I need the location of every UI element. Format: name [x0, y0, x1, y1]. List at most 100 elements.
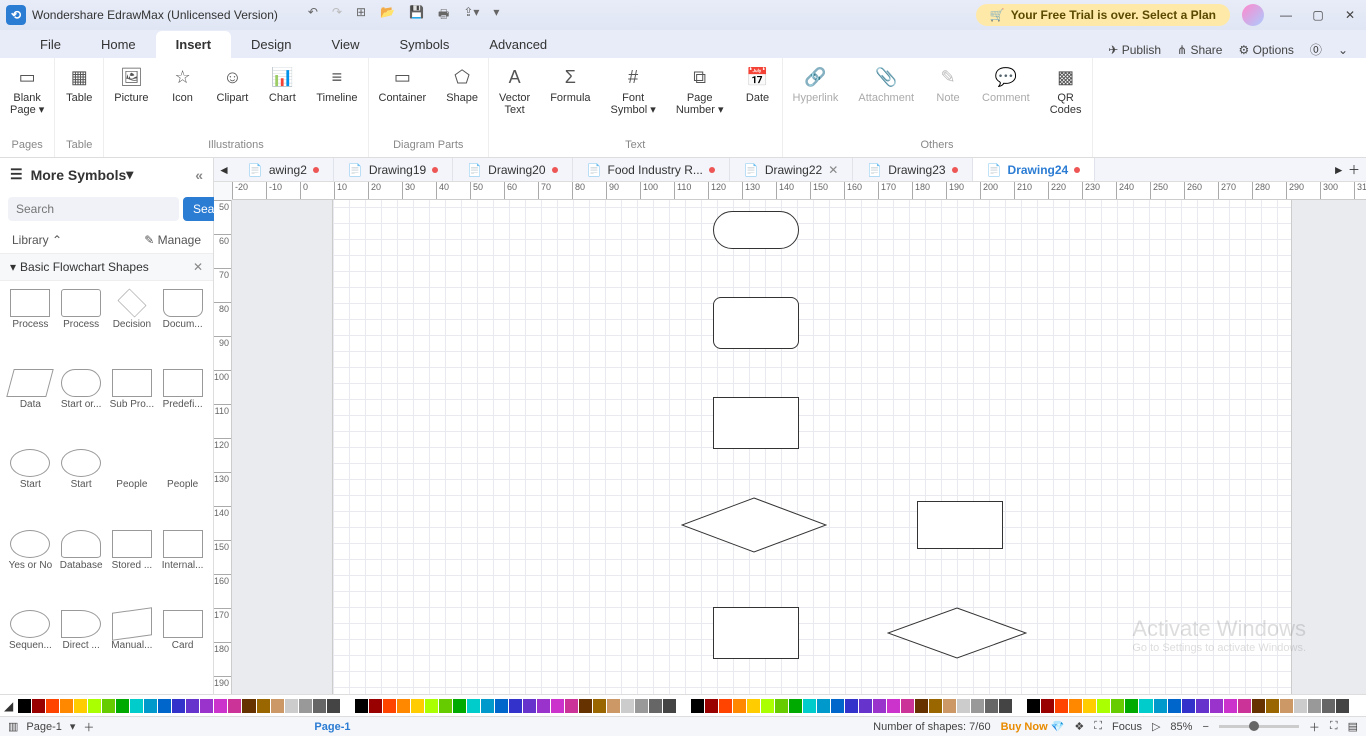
color-swatch[interactable] — [228, 699, 241, 713]
layers-icon[interactable]: ❖ — [1074, 720, 1084, 733]
more-symbols-title[interactable]: More Symbols — [31, 167, 127, 183]
color-swatch[interactable] — [789, 699, 802, 713]
collapse-panel-icon[interactable]: « — [195, 167, 203, 183]
options-link[interactable]: ⚙ Options — [1238, 43, 1293, 57]
page-tab[interactable]: Page-1 — [26, 721, 61, 733]
shape-item[interactable]: Internal... — [158, 530, 207, 606]
color-swatch[interactable] — [46, 699, 59, 713]
color-swatch[interactable] — [285, 699, 298, 713]
ribbon-font-symbol-[interactable]: #FontSymbol ▾ — [601, 62, 666, 139]
active-page-label[interactable]: Page-1 — [314, 721, 350, 733]
ribbon-chart[interactable]: 📊Chart — [258, 62, 306, 139]
color-swatch[interactable] — [327, 699, 340, 713]
shape-rect-1[interactable] — [713, 397, 799, 449]
zoom-slider[interactable] — [1219, 725, 1299, 728]
shape-item[interactable]: Predefi... — [158, 369, 207, 445]
shape-item[interactable]: Database — [57, 530, 106, 606]
color-swatch[interactable] — [481, 699, 494, 713]
save-icon[interactable]: 💾 — [409, 5, 424, 26]
ribbon-page-number-[interactable]: ⧉PageNumber ▾ — [666, 62, 734, 139]
color-swatch[interactable] — [929, 699, 942, 713]
color-swatch[interactable] — [60, 699, 73, 713]
doc-tab[interactable]: 📄Drawing20 — [453, 158, 572, 181]
color-swatch[interactable] — [397, 699, 410, 713]
menu-tab-symbols[interactable]: Symbols — [379, 31, 469, 58]
ribbon-timeline[interactable]: ≡Timeline — [306, 62, 367, 139]
color-swatch[interactable] — [509, 699, 522, 713]
chevron-down-icon[interactable]: ▾ — [10, 260, 16, 274]
color-swatch[interactable] — [74, 699, 87, 713]
color-swatch[interactable] — [88, 699, 101, 713]
tab-scroll-left-icon[interactable]: ◄ — [214, 163, 234, 177]
color-swatch[interactable] — [1139, 699, 1152, 713]
color-swatch[interactable] — [257, 699, 270, 713]
color-swatch[interactable] — [1322, 699, 1335, 713]
color-swatch[interactable] — [663, 699, 676, 713]
color-swatch[interactable] — [144, 699, 157, 713]
color-swatch[interactable] — [1210, 699, 1223, 713]
color-swatch[interactable] — [116, 699, 129, 713]
shape-item[interactable]: Card — [158, 610, 207, 686]
doc-tab[interactable]: 📄Drawing19 — [334, 158, 453, 181]
color-swatch[interactable] — [1294, 699, 1307, 713]
shape-decision-2[interactable] — [887, 607, 1027, 659]
color-swatch[interactable] — [18, 699, 31, 713]
add-page-icon[interactable]: ＋ — [83, 719, 94, 735]
trial-banner[interactable]: 🛒 Your Free Trial is over. Select a Plan — [976, 4, 1230, 26]
color-swatch[interactable] — [369, 699, 382, 713]
shape-item[interactable]: Start or... — [57, 369, 106, 445]
color-swatch[interactable] — [495, 699, 508, 713]
collapse-ribbon-icon[interactable]: ⌄ — [1338, 43, 1348, 57]
open-icon[interactable]: 📂 — [380, 5, 395, 26]
color-swatch[interactable] — [1168, 699, 1181, 713]
notification-icon[interactable]: ⓪ — [1310, 41, 1322, 58]
color-swatch[interactable] — [439, 699, 452, 713]
page-layout-icon[interactable]: ▥ — [8, 720, 18, 733]
menu-tab-view[interactable]: View — [312, 31, 380, 58]
undo-icon[interactable]: ↶ — [308, 5, 318, 26]
ribbon-date[interactable]: 📅Date — [734, 62, 782, 139]
shape-item[interactable]: Data — [6, 369, 55, 445]
shape-item[interactable]: Direct ... — [57, 610, 106, 686]
color-swatch[interactable] — [621, 699, 634, 713]
color-swatch[interactable] — [705, 699, 718, 713]
color-swatch[interactable] — [1266, 699, 1279, 713]
color-swatch[interactable] — [873, 699, 886, 713]
more-icon[interactable]: ▾ — [493, 5, 499, 26]
color-swatch[interactable] — [1097, 699, 1110, 713]
color-swatch[interactable] — [313, 699, 326, 713]
shape-rounded-rect[interactable] — [713, 297, 799, 349]
export-icon[interactable]: ⇪▾ — [463, 5, 479, 26]
manage-link[interactable]: ✎ Manage — [144, 233, 201, 247]
shape-item[interactable]: Start — [57, 449, 106, 525]
color-swatch[interactable] — [1224, 699, 1237, 713]
shape-item[interactable]: Manual... — [108, 610, 157, 686]
doc-tab[interactable]: 📄Drawing23 — [853, 158, 972, 181]
search-input[interactable] — [8, 197, 179, 221]
color-swatch[interactable] — [649, 699, 662, 713]
color-swatch[interactable] — [579, 699, 592, 713]
color-swatch[interactable] — [733, 699, 746, 713]
color-swatch[interactable] — [1111, 699, 1124, 713]
color-swatch[interactable] — [299, 699, 312, 713]
color-swatch[interactable] — [691, 699, 704, 713]
color-swatch[interactable] — [1013, 699, 1026, 713]
ribbon-picture[interactable]: 🖼Picture — [104, 62, 158, 139]
color-swatch[interactable] — [1308, 699, 1321, 713]
color-swatch[interactable] — [271, 699, 284, 713]
color-swatch[interactable] — [859, 699, 872, 713]
color-swatch[interactable] — [172, 699, 185, 713]
ribbon-blank-page-[interactable]: ▭BlankPage ▾ — [0, 62, 54, 139]
color-swatch[interactable] — [565, 699, 578, 713]
avatar[interactable] — [1242, 4, 1264, 26]
shape-item[interactable]: Process — [57, 289, 106, 365]
buy-now-link[interactable]: Buy Now 💎 — [1001, 720, 1065, 733]
doc-tab[interactable]: 📄Drawing24 — [973, 158, 1096, 181]
ribbon-shape[interactable]: ⬠Shape — [436, 62, 488, 139]
shape-item[interactable]: People — [158, 449, 207, 525]
color-swatch[interactable] — [999, 699, 1012, 713]
shape-rect-3[interactable] — [713, 607, 799, 659]
color-swatch[interactable] — [677, 699, 690, 713]
color-swatch[interactable] — [130, 699, 143, 713]
color-swatch[interactable] — [523, 699, 536, 713]
